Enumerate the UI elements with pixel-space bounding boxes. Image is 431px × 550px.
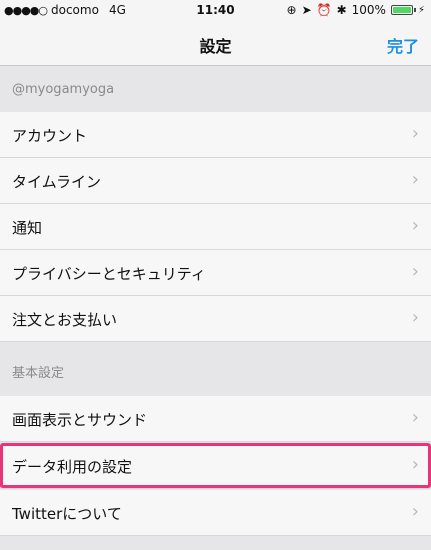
charging-icon: ⚡ [417,4,425,16]
alarm-icon: ⏰ [316,3,332,17]
section-header-general: 基本設定 [0,342,431,396]
settings-item-account[interactable]: アカウント › [0,112,431,158]
section-header-account: @myogamyoga [0,67,431,112]
settings-item-data-usage[interactable]: データ利用の設定 › [0,443,431,489]
location-arrow-icon: ➤ [301,3,312,17]
chevron-right-icon: › [411,215,419,236]
settings-item-timeline[interactable]: タイムライン › [0,158,431,204]
chevron-right-icon: › [411,407,419,428]
chevron-right-icon: › [411,169,419,190]
chevron-right-icon: › [411,454,419,475]
settings-item-label: データ利用の設定 [12,458,133,476]
settings-item-label: プライバシーとセキュリティ [12,265,206,283]
settings-item-label: タイムライン [12,173,101,191]
settings-item-about-twitter[interactable]: Twitterについて › [0,490,431,536]
settings-item-notifications[interactable]: 通知 › [0,204,431,250]
settings-item-label: Twitterについて [12,505,122,523]
section-spacer [0,537,431,550]
status-bar: ●●●●○ docomo 4G 11:40 ⊕ ➤ ⏰ ✱ 100% ⚡ [0,0,431,22]
battery-icon [390,5,416,15]
settings-item-label: 注文とお支払い [12,311,118,329]
chevron-right-icon: › [411,261,419,282]
settings-item-label: アカウント [12,127,88,145]
rotation-lock-icon: ⊕ [286,3,297,17]
chevron-right-icon: › [411,307,419,328]
navigation-bar: 設定 完了 [0,22,431,66]
chevron-right-icon: › [411,123,419,144]
chevron-right-icon: › [411,501,419,522]
settings-item-privacy-security[interactable]: プライバシーとセキュリティ › [0,250,431,296]
settings-item-label: 通知 [12,219,43,237]
settings-item-orders-payments[interactable]: 注文とお支払い › [0,296,431,342]
bluetooth-icon: ✱ [336,3,347,17]
status-right: ⊕ ➤ ⏰ ✱ 100% ⚡ [287,3,425,17]
done-button[interactable]: 完了 [387,33,419,57]
settings-item-display-sound[interactable]: 画面表示とサウンド › [0,396,431,442]
settings-item-label: 画面表示とサウンド [12,411,148,429]
page-title: 設定 [199,37,232,56]
battery-percent: 100% [351,3,386,17]
